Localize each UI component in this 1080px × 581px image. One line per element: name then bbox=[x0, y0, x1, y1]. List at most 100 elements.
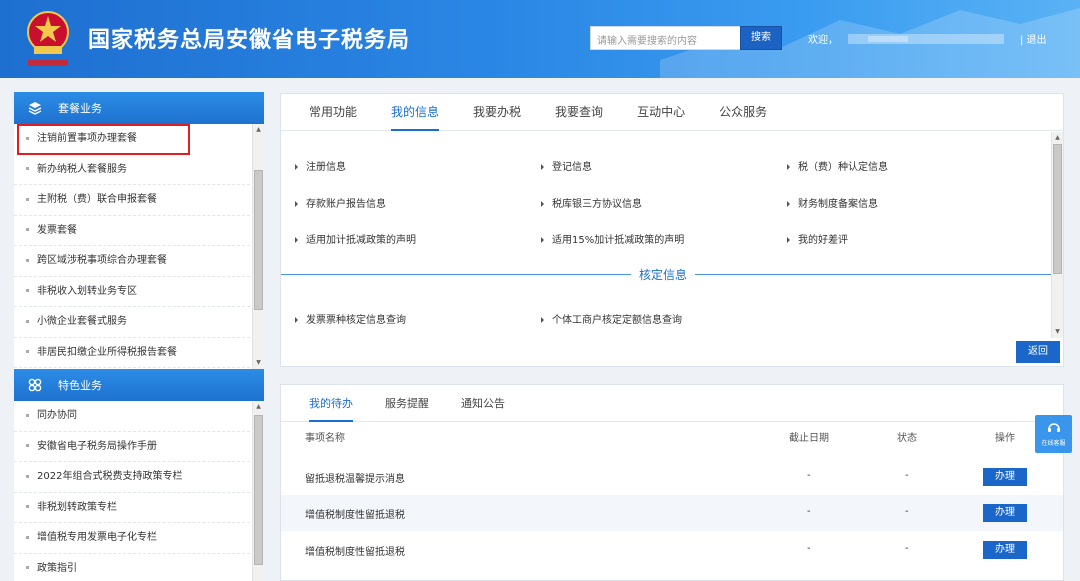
tab-my-todo[interactable]: 我的待办 bbox=[309, 385, 353, 422]
sidebar-item-label: 新办纳税人套餐服务 bbox=[37, 163, 127, 175]
row-status: - bbox=[905, 543, 909, 554]
sidebar-item-cancel-package[interactable]: 注销前置事项办理套餐 bbox=[17, 124, 190, 155]
masked-username bbox=[848, 34, 1004, 44]
info-link[interactable]: 注册信息 bbox=[295, 158, 346, 173]
tab-query[interactable]: 我要查询 bbox=[555, 94, 603, 130]
scroll-up-icon[interactable]: ▲ bbox=[253, 124, 264, 136]
sidebar-item-label: 发票套餐 bbox=[37, 224, 77, 236]
info-link[interactable]: 个体工商户核定定额信息查询 bbox=[541, 311, 682, 326]
sidebar-item[interactable]: 同办协同 bbox=[14, 401, 250, 432]
info-link-label: 登记信息 bbox=[552, 162, 592, 173]
process-button[interactable]: 办理 bbox=[983, 541, 1027, 559]
sidebar-list-package: 注销前置事项办理套餐 新办纳税人套餐服务 主附税（费）联合申报套餐 发票套餐 跨… bbox=[14, 124, 264, 369]
sidebar-item[interactable]: 非税划转政策专栏 bbox=[14, 493, 250, 523]
tab-interact[interactable]: 互动中心 bbox=[637, 94, 685, 130]
arrow-right-icon bbox=[787, 164, 790, 170]
bullet-icon bbox=[26, 505, 29, 508]
sidebar-group-title: 特色业务 bbox=[58, 379, 102, 392]
info-link[interactable]: 存款账户报告信息 bbox=[295, 195, 386, 210]
tab-my-info[interactable]: 我的信息 bbox=[391, 94, 440, 131]
sidebar-item[interactable]: 非居民扣缴企业所得税报告套餐 bbox=[14, 338, 250, 368]
bullet-icon bbox=[26, 535, 29, 539]
headset-icon bbox=[1047, 423, 1060, 432]
table-row: 留抵退税温馨提示消息 - - 办理 bbox=[281, 459, 1063, 495]
sidebar-item[interactable]: 发票套餐 bbox=[14, 216, 250, 246]
scroll-up-icon[interactable]: ▲ bbox=[253, 401, 264, 413]
bullet-icon bbox=[26, 319, 29, 323]
info-scrollbar[interactable]: ▲ ▼ bbox=[1051, 132, 1063, 338]
sidebar-scrollbar[interactable]: ▲ bbox=[252, 401, 264, 581]
bullet-icon bbox=[26, 258, 29, 262]
process-button[interactable]: 办理 bbox=[983, 504, 1027, 522]
scroll-thumb[interactable] bbox=[254, 170, 263, 310]
column-header-status: 状态 bbox=[897, 433, 917, 444]
arrow-right-icon bbox=[541, 237, 544, 243]
sidebar-item[interactable]: 政策指引 bbox=[14, 554, 250, 581]
sidebar-item-label: 同办协同 bbox=[37, 410, 77, 421]
sidebar-item-label: 主附税（费）联合申报套餐 bbox=[37, 194, 157, 205]
my-info-panel: 常用功能 我的信息 我要办税 我要查询 互动中心 公众服务 注册信息 登记信息 … bbox=[280, 93, 1064, 367]
info-link[interactable]: 我的好差评 bbox=[787, 231, 848, 246]
scroll-down-icon[interactable]: ▼ bbox=[1052, 326, 1063, 338]
arrow-right-icon bbox=[295, 201, 298, 207]
scroll-down-icon[interactable]: ▼ bbox=[253, 357, 264, 369]
todo-panel: 我的待办 服务提醒 通知公告 事项名称 截止日期 状态 操作 留抵退税温馨提示消… bbox=[280, 384, 1064, 581]
scroll-thumb[interactable] bbox=[254, 415, 263, 565]
sidebar-item[interactable]: 跨区域涉税事项综合办理套餐 bbox=[14, 246, 250, 277]
sidebar-item[interactable]: 小微企业套餐式服务 bbox=[14, 307, 250, 338]
sidebar-item[interactable]: 非税收入划转业务专区 bbox=[14, 277, 250, 307]
sidebar-group-feature[interactable]: 特色业务 bbox=[14, 369, 264, 401]
logout-link[interactable]: | 退出 bbox=[1020, 31, 1047, 46]
welcome-text: 欢迎， bbox=[808, 35, 838, 46]
sidebar-item[interactable]: 2022年组合式税费支持政策专栏 bbox=[14, 462, 250, 493]
bullet-icon bbox=[26, 167, 29, 170]
sidebar-item[interactable]: 新办纳税人套餐服务 bbox=[14, 155, 250, 185]
info-link-label: 个体工商户核定定额信息查询 bbox=[552, 315, 682, 326]
arrow-right-icon bbox=[295, 317, 298, 323]
site-title: 国家税务总局安徽省电子税务局 bbox=[88, 28, 411, 53]
bullet-icon bbox=[26, 474, 29, 478]
arrow-right-icon bbox=[787, 237, 790, 243]
sidebar-item-label: 2022年组合式税费支持政策专栏 bbox=[37, 471, 183, 482]
info-link[interactable]: 登记信息 bbox=[541, 158, 592, 173]
sidebar-group-title: 套餐业务 bbox=[58, 102, 102, 115]
table-row: 增值税制度性留抵退税 - - 办理 bbox=[281, 495, 1063, 531]
sidebar-item-label: 非居民扣缴企业所得税报告套餐 bbox=[37, 346, 177, 358]
sidebar-item-label: 政策指引 bbox=[37, 562, 77, 574]
column-header-deadline: 截止日期 bbox=[789, 433, 829, 444]
info-link-label: 适用15%加计抵减政策的声明 bbox=[552, 235, 685, 246]
info-link[interactable]: 适用加计抵减政策的声明 bbox=[295, 231, 416, 246]
info-link-label: 财务制度备案信息 bbox=[798, 199, 878, 210]
tab-service-reminder[interactable]: 服务提醒 bbox=[385, 385, 429, 421]
sidebar-list-feature: 同办协同 安徽省电子税务局操作手册 2022年组合式税费支持政策专栏 非税划转政… bbox=[14, 401, 264, 581]
bullet-icon bbox=[26, 350, 29, 353]
info-link[interactable]: 适用15%加计抵减政策的声明 bbox=[541, 231, 684, 246]
info-link[interactable]: 财务制度备案信息 bbox=[787, 195, 878, 210]
tab-do-tax[interactable]: 我要办税 bbox=[473, 94, 521, 130]
scroll-up-icon[interactable]: ▲ bbox=[1052, 132, 1063, 144]
row-name: 留抵退税温馨提示消息 bbox=[305, 474, 405, 485]
tab-public[interactable]: 公众服务 bbox=[719, 94, 767, 130]
bullet-icon bbox=[26, 566, 29, 569]
tab-notice[interactable]: 通知公告 bbox=[461, 385, 505, 421]
sidebar-item[interactable]: 主附税（费）联合申报套餐 bbox=[14, 185, 250, 216]
info-link-label: 存款账户报告信息 bbox=[306, 199, 386, 210]
sidebar-item[interactable]: 增值税专用发票电子化专栏 bbox=[14, 523, 250, 554]
row-name: 增值税制度性留抵退税 bbox=[305, 547, 405, 558]
tab-common[interactable]: 常用功能 bbox=[309, 94, 357, 130]
online-service-button[interactable]: 在线客服 bbox=[1035, 415, 1072, 453]
search-input[interactable]: 请输入需要搜索的内容 bbox=[590, 26, 740, 50]
info-link[interactable]: 发票票种核定信息查询 bbox=[295, 311, 406, 326]
sidebar-scrollbar[interactable]: ▲ ▼ bbox=[252, 124, 264, 369]
back-button[interactable]: 返回 bbox=[1016, 341, 1060, 363]
sidebar-group-package[interactable]: 套餐业务 bbox=[14, 92, 264, 124]
process-button[interactable]: 办理 bbox=[983, 468, 1027, 486]
info-link[interactable]: 税库银三方协议信息 bbox=[541, 195, 642, 210]
sidebar-item-label: 增值税专用发票电子化专栏 bbox=[37, 532, 157, 543]
bullet-icon bbox=[26, 413, 29, 417]
search-button[interactable]: 搜索 bbox=[740, 26, 782, 50]
scroll-thumb[interactable] bbox=[1053, 144, 1062, 274]
info-link-label: 税（费）种认定信息 bbox=[798, 162, 888, 173]
info-link[interactable]: 税（费）种认定信息 bbox=[787, 158, 888, 173]
sidebar-item[interactable]: 安徽省电子税务局操作手册 bbox=[14, 432, 250, 462]
